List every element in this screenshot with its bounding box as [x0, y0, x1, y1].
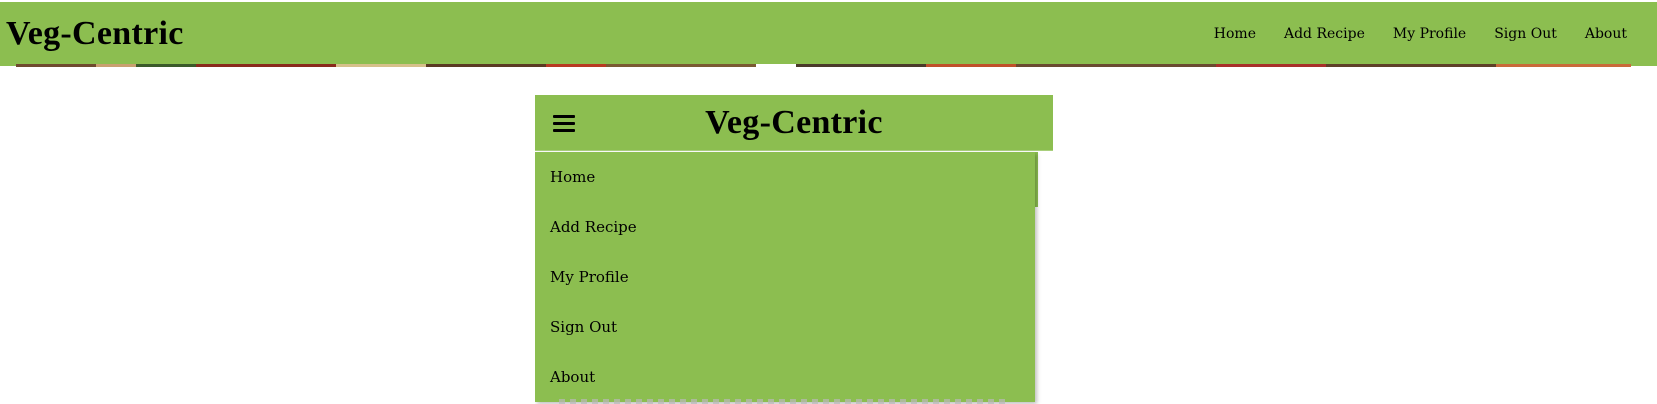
nav-my-profile-link[interactable]: My Profile [1379, 2, 1480, 66]
mobile-menu-about[interactable]: About [535, 352, 1035, 402]
obscured-content-text [559, 399, 1009, 404]
mobile-menu-home[interactable]: Home [535, 152, 1035, 202]
mobile-menu-add-recipe[interactable]: Add Recipe [535, 202, 1035, 252]
hero-image-edge [16, 64, 1641, 67]
mobile-menu-sign-out[interactable]: Sign Out [535, 302, 1035, 352]
nav-sign-out-link[interactable]: Sign Out [1480, 2, 1571, 66]
desktop-nav: Home Add Recipe My Profile Sign Out Abou… [1200, 2, 1657, 66]
mobile-brand-text: Veg-Centric [705, 104, 883, 141]
desktop-header: Veg-Centric Home Add Recipe My Profile S… [0, 2, 1657, 66]
mobile-header: Veg-Centric [535, 95, 1053, 151]
nav-about-link[interactable]: About [1571, 2, 1641, 66]
mobile-menu-my-profile[interactable]: My Profile [535, 252, 1035, 302]
menu-edge [1035, 152, 1038, 207]
brand-logo-text[interactable]: Veg-Centric [0, 15, 184, 53]
mobile-dropdown-menu: Home Add Recipe My Profile Sign Out Abou… [535, 152, 1035, 402]
mobile-preview: Veg-Centric Home Add Recipe My Profile S… [535, 95, 1053, 404]
nav-home-link[interactable]: Home [1200, 2, 1270, 66]
hamburger-icon[interactable] [553, 115, 575, 135]
nav-add-recipe-link[interactable]: Add Recipe [1270, 2, 1379, 66]
